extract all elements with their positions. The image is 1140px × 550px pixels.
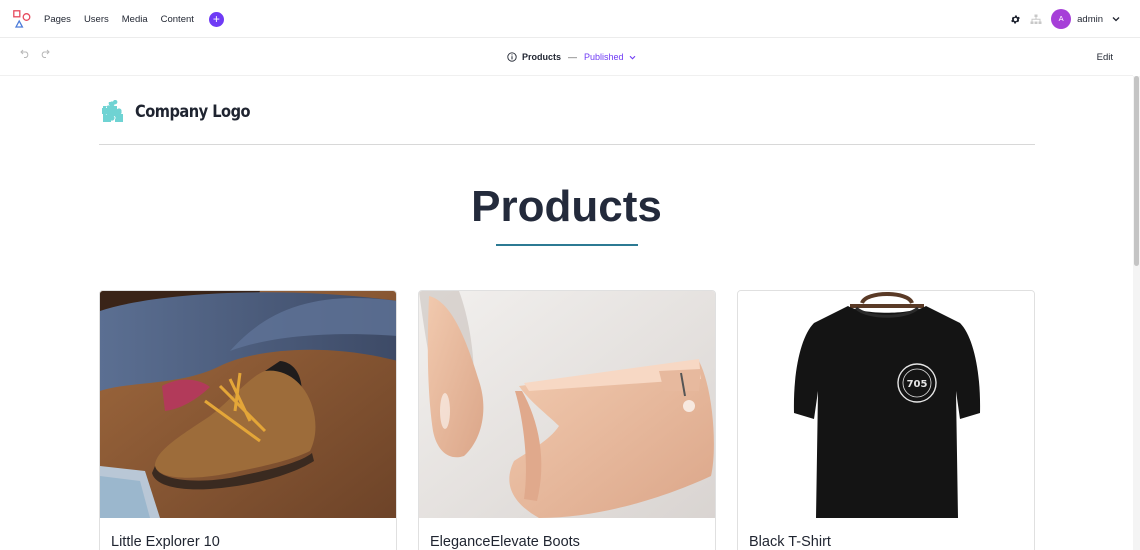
puzzle-logo-icon: [102, 100, 123, 122]
page-name: Products: [522, 52, 562, 62]
main-nav: Pages Users Media Content +: [44, 0, 224, 38]
gear-icon[interactable]: [1010, 14, 1021, 25]
product-image-boot[interactable]: [100, 291, 396, 518]
edit-button[interactable]: Edit: [1097, 52, 1113, 63]
boot-photo: [100, 291, 396, 518]
nav-pages[interactable]: Pages: [44, 14, 71, 25]
app-logo-icon[interactable]: [13, 10, 31, 28]
shirt-print-number: 705: [907, 379, 928, 390]
page-title: Products: [471, 182, 662, 231]
product-card[interactable]: Little Explorer 10: [99, 290, 397, 550]
sitemap-icon[interactable]: [1030, 14, 1042, 25]
status-separator: —: [568, 52, 578, 62]
redo-icon[interactable]: [40, 49, 50, 58]
page-status: Products — Published: [507, 38, 636, 76]
scrollbar-thumb[interactable]: [1134, 76, 1139, 266]
heels-photo: [419, 291, 715, 518]
company-logo-text[interactable]: Company Logo: [135, 102, 251, 122]
product-image-tshirt[interactable]: 705: [738, 291, 1034, 518]
toolbar-right: A admin: [1010, 0, 1120, 38]
scrollbar[interactable]: [1133, 76, 1140, 550]
top-toolbar: Pages Users Media Content + A admin: [0, 0, 1140, 38]
site-header: Company Logo: [99, 96, 1035, 145]
nav-content[interactable]: Content: [161, 14, 194, 25]
publish-status-dropdown[interactable]: Published: [584, 52, 624, 62]
info-icon[interactable]: [507, 52, 517, 62]
add-button[interactable]: +: [208, 11, 224, 27]
user-name[interactable]: admin: [1077, 14, 1103, 25]
product-card[interactable]: EleganceElevate Boots: [418, 290, 716, 550]
page-bar: Products — Published Edit: [0, 38, 1133, 76]
product-name[interactable]: Little Explorer 10: [111, 534, 220, 550]
product-name[interactable]: EleganceElevate Boots: [430, 534, 580, 550]
nav-media[interactable]: Media: [122, 14, 148, 25]
undo-icon[interactable]: [20, 49, 30, 58]
product-image-heels[interactable]: [419, 291, 715, 518]
avatar[interactable]: A: [1051, 9, 1072, 29]
title-underline: [496, 244, 638, 246]
chevron-down-icon[interactable]: [629, 55, 636, 60]
nav-users[interactable]: Users: [84, 14, 109, 25]
tshirt-photo: 705: [738, 291, 1034, 518]
product-card[interactable]: 705 Black T-Shirt: [737, 290, 1035, 550]
product-name[interactable]: Black T-Shirt: [749, 534, 831, 550]
chevron-down-icon[interactable]: [1112, 16, 1120, 22]
